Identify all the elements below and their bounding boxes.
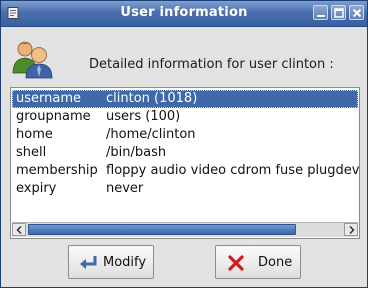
red-x-icon	[228, 255, 244, 271]
modify-button[interactable]: Modify	[68, 245, 154, 279]
scroll-thumb[interactable]	[28, 224, 296, 235]
list-row-membership[interactable]: membership floppy audio video cdrom fuse…	[12, 162, 360, 180]
maximize-icon	[334, 8, 344, 18]
modify-label: Modify	[103, 255, 147, 270]
row-key: expiry	[16, 181, 57, 196]
done-button[interactable]: Done	[215, 245, 301, 279]
row-value: never	[106, 181, 144, 196]
minimize-button[interactable]	[313, 5, 328, 20]
row-key: home	[16, 127, 53, 142]
maximize-button[interactable]	[331, 5, 346, 20]
scroll-left-button[interactable]	[12, 223, 26, 236]
chevron-left-icon	[16, 226, 22, 234]
row-value: /bin/bash	[106, 145, 167, 160]
row-value: floppy audio video cdrom fuse plugdev	[106, 163, 360, 178]
close-button[interactable]	[349, 5, 364, 20]
scroll-right-button[interactable]	[344, 223, 358, 236]
done-label: Done	[258, 255, 293, 270]
users-icon	[12, 41, 53, 79]
row-key: groupname	[16, 109, 91, 124]
row-value: /home/clinton	[106, 127, 196, 142]
titlebar[interactable]: User information	[1, 1, 367, 27]
chevron-right-icon	[349, 226, 355, 234]
user-info-list[interactable]: username clinton (1018) groupname users …	[10, 87, 360, 239]
row-key: membership	[16, 163, 98, 178]
list-row-username[interactable]: username clinton (1018)	[12, 90, 358, 108]
header-text: Detailed information for user clinton :	[89, 57, 334, 72]
row-key: username	[16, 91, 81, 106]
list-row-expiry[interactable]: expiry never	[12, 180, 358, 198]
row-value: clinton (1018)	[106, 91, 198, 106]
row-value: users (100)	[106, 109, 181, 124]
horizontal-scrollbar[interactable]	[12, 222, 358, 237]
return-arrow-icon	[80, 256, 97, 269]
user-information-dialog: User information Detailed information fo…	[0, 0, 368, 288]
minimize-icon	[317, 15, 325, 17]
close-icon	[352, 8, 362, 18]
list-row-home[interactable]: home /home/clinton	[12, 126, 358, 144]
list-row-shell[interactable]: shell /bin/bash	[12, 144, 358, 162]
row-key: shell	[16, 145, 47, 160]
list-row-groupname[interactable]: groupname users (100)	[12, 108, 358, 126]
